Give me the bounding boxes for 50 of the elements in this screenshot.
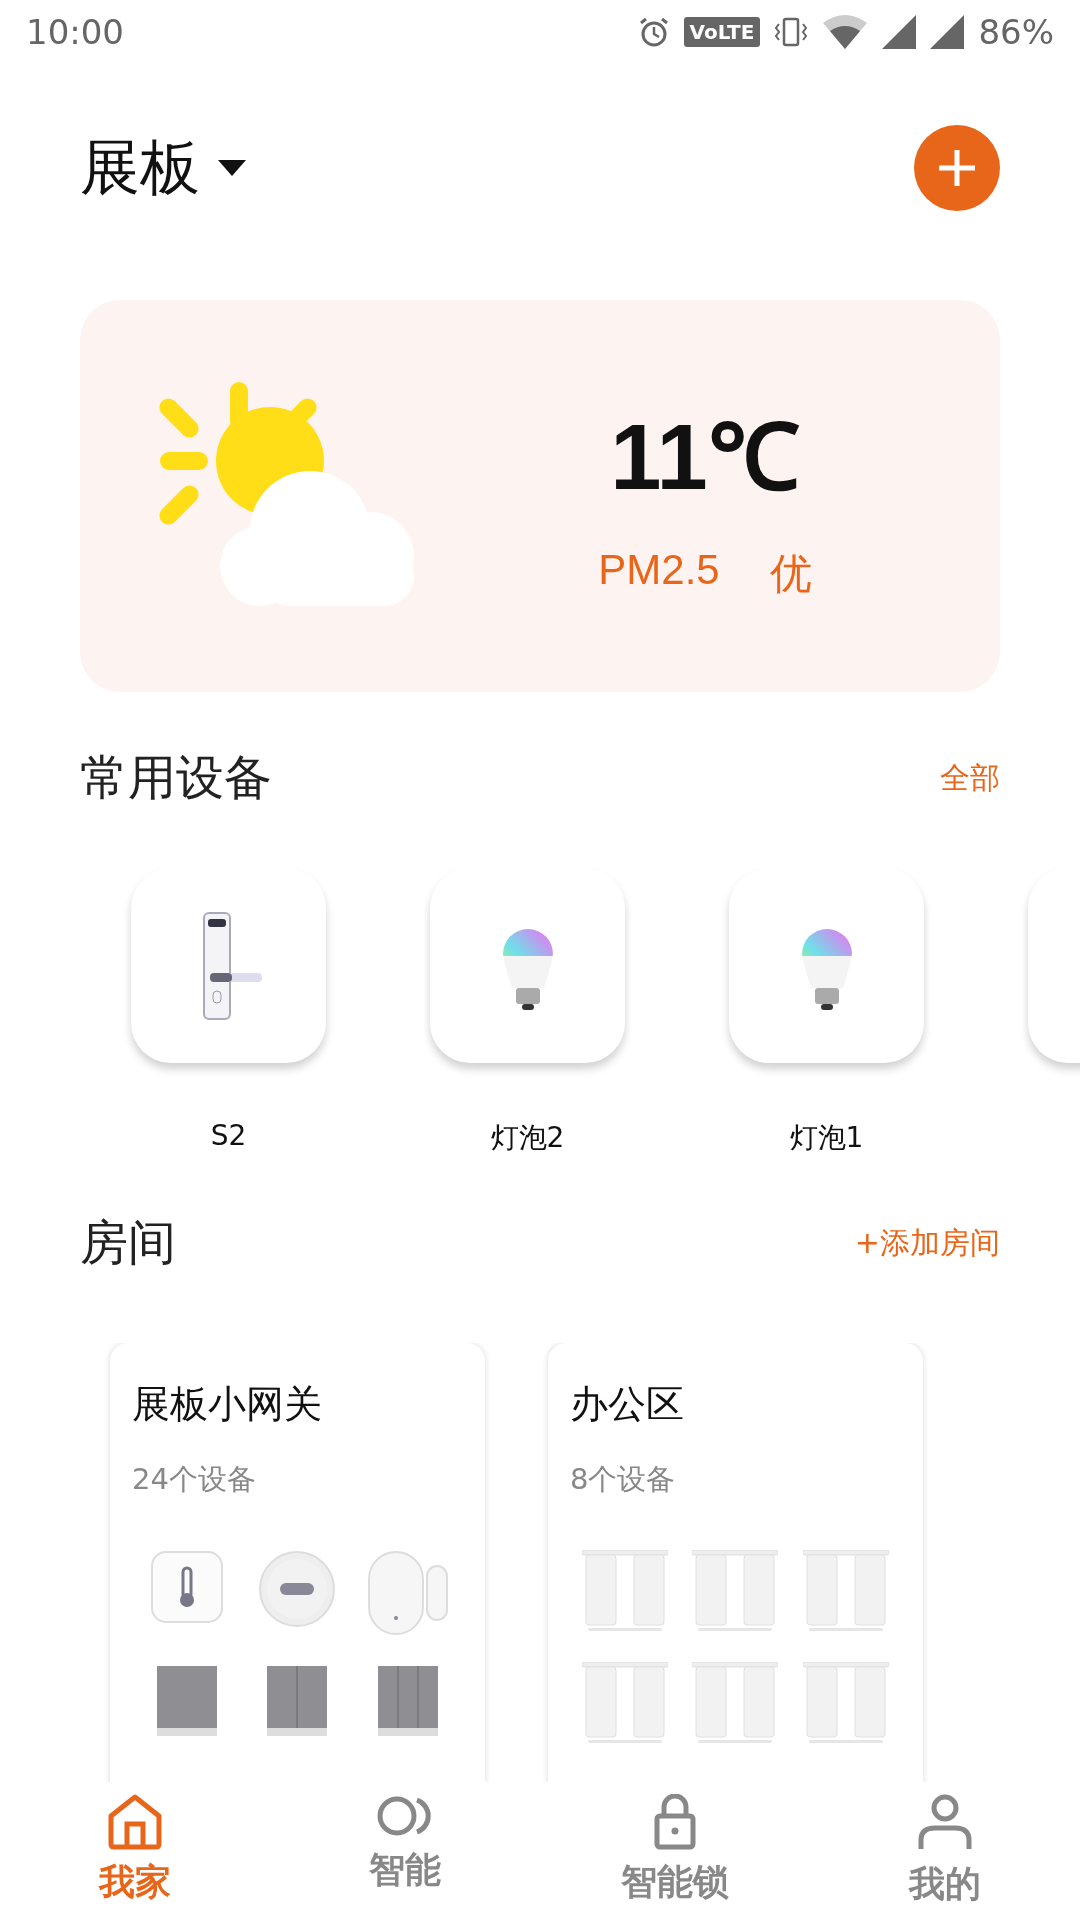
device-count: 24个设备 [132, 1461, 257, 1498]
temperature: 11℃ [610, 404, 800, 510]
device-name: 灯泡2 [490, 1120, 565, 1156]
network-badge: VoLTE [683, 17, 761, 47]
section-title: 房间 [80, 1213, 176, 1272]
room-card[interactable]: 展板小网关 24个设备 [110, 1343, 485, 1782]
air-quality-label: PM2.5 [598, 545, 720, 595]
home-icon [107, 1794, 163, 1850]
view-all-link[interactable]: 全部 [940, 757, 1000, 799]
device-card[interactable] [131, 868, 326, 1063]
user-icon [917, 1794, 973, 1852]
device-name: 灯泡1 [789, 1120, 864, 1156]
thermometer-sensor-icon [150, 1550, 225, 1624]
plus-icon [937, 148, 977, 188]
device-card[interactable] [729, 868, 924, 1063]
alarm-icon [637, 16, 670, 48]
curtain-icon [802, 1550, 889, 1632]
room-name: 办公区 [570, 1381, 685, 1428]
add-room-link[interactable]: +添加房间 [854, 1222, 1000, 1264]
curtain-icon [802, 1662, 889, 1744]
device-card[interactable] [430, 868, 625, 1063]
round-button-icon [258, 1550, 337, 1628]
room-card[interactable]: 办公区 8个设备 [548, 1343, 923, 1782]
vibrate-icon [774, 16, 809, 48]
signal-icon [882, 15, 917, 49]
wall-switch-icon [267, 1666, 328, 1738]
circles-icon [377, 1794, 433, 1838]
wall-switch-icon [377, 1666, 438, 1738]
curtain-icon [582, 1662, 669, 1744]
nav-tab[interactable]: 智能锁 [540, 1782, 810, 1920]
curtain-icon [692, 1550, 779, 1632]
device-count: 8个设备 [570, 1461, 677, 1498]
battery-percent: 86% [978, 12, 1054, 52]
dropdown-caret-icon[interactable] [218, 160, 246, 176]
lock-icon [654, 1794, 696, 1850]
nav-tab[interactable]: 我的 [810, 1782, 1080, 1920]
status-time: 10:00 [26, 12, 124, 52]
home-title[interactable]: 展板 [80, 127, 200, 209]
section-title: 常用设备 [80, 748, 272, 807]
nav-tab[interactable]: 智能 [270, 1782, 540, 1920]
nav-tab[interactable]: 我家 [0, 1782, 270, 1920]
curtain-icon [582, 1550, 669, 1632]
room-name: 展板小网关 [132, 1381, 323, 1428]
curtain-icon [692, 1662, 779, 1744]
signal-icon [930, 15, 965, 49]
wall-switch-icon [157, 1666, 218, 1738]
door-sensor-icon [366, 1550, 449, 1636]
air-quality-value: 优 [769, 548, 812, 599]
wifi-icon [822, 15, 869, 49]
device-name: S2 [210, 1119, 247, 1152]
